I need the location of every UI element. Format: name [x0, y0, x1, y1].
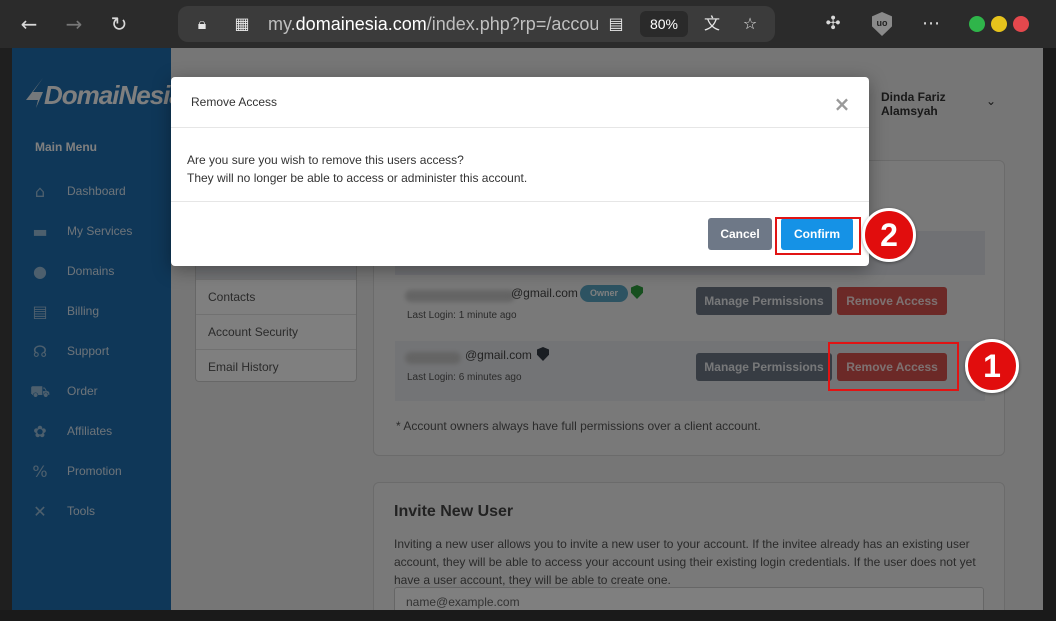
cancel-button[interactable]: Cancel	[708, 218, 772, 250]
modal-body: Are you sure you wish to remove this use…	[187, 151, 527, 187]
more-icon[interactable]: ⋯	[917, 10, 945, 38]
reload-icon[interactable]: ↻	[105, 10, 133, 38]
remove-access-modal: Remove Access × Are you sure you wish to…	[171, 77, 869, 266]
confirm-highlight-box	[775, 217, 861, 255]
reader-mode-icon[interactable]: ▤	[606, 14, 626, 34]
lock-icon[interactable]: 🔒︎	[192, 14, 212, 34]
browser-toolbar: ← → ↻ 🔒︎ ▦ my.domainesia.com/index.php?r…	[0, 0, 1056, 48]
window-edge	[1043, 48, 1056, 621]
divider	[171, 201, 869, 202]
divider	[171, 127, 869, 128]
close-icon[interactable]: ×	[833, 94, 851, 114]
zoom-level[interactable]: 80%	[640, 11, 688, 37]
ublock-label: uo	[876, 18, 888, 28]
modal-message-line: They will no longer be able to access or…	[187, 171, 528, 185]
url-text[interactable]: my.domainesia.com/index.php?rp=/account	[268, 14, 598, 34]
url-prefix: my.	[268, 14, 296, 34]
modal-message-line: Are you sure you wish to remove this use…	[187, 153, 464, 167]
translate-icon[interactable]: 文	[702, 14, 722, 34]
url-host: domainesia.com	[295, 14, 427, 34]
step-2-badge: 2	[862, 208, 916, 262]
remove-access-highlight-box	[828, 342, 959, 391]
url-path: /index.php?rp=/account	[426, 14, 598, 34]
extensions-icon[interactable]: ✣	[819, 10, 847, 38]
address-bar[interactable]: 🔒︎ ▦ my.domainesia.com/index.php?rp=/acc…	[178, 6, 775, 42]
close-window-button[interactable]	[1013, 16, 1029, 32]
forward-arrow-icon[interactable]: →	[60, 10, 88, 38]
ublock-icon[interactable]: uo	[872, 12, 892, 36]
step-1-badge: 1	[965, 339, 1019, 393]
modal-title: Remove Access	[191, 95, 278, 109]
favorites-icon[interactable]: ☆	[740, 14, 760, 34]
page-viewport: DomaiNesia Main Menu ⌂ Dashboard ▬ My Se…	[12, 48, 1043, 610]
minimize-button[interactable]	[969, 16, 985, 32]
taskbar-edge	[0, 610, 1056, 621]
maximize-button[interactable]	[991, 16, 1007, 32]
back-arrow-icon[interactable]: ←	[15, 10, 43, 38]
site-info-icon[interactable]: ▦	[232, 14, 252, 34]
